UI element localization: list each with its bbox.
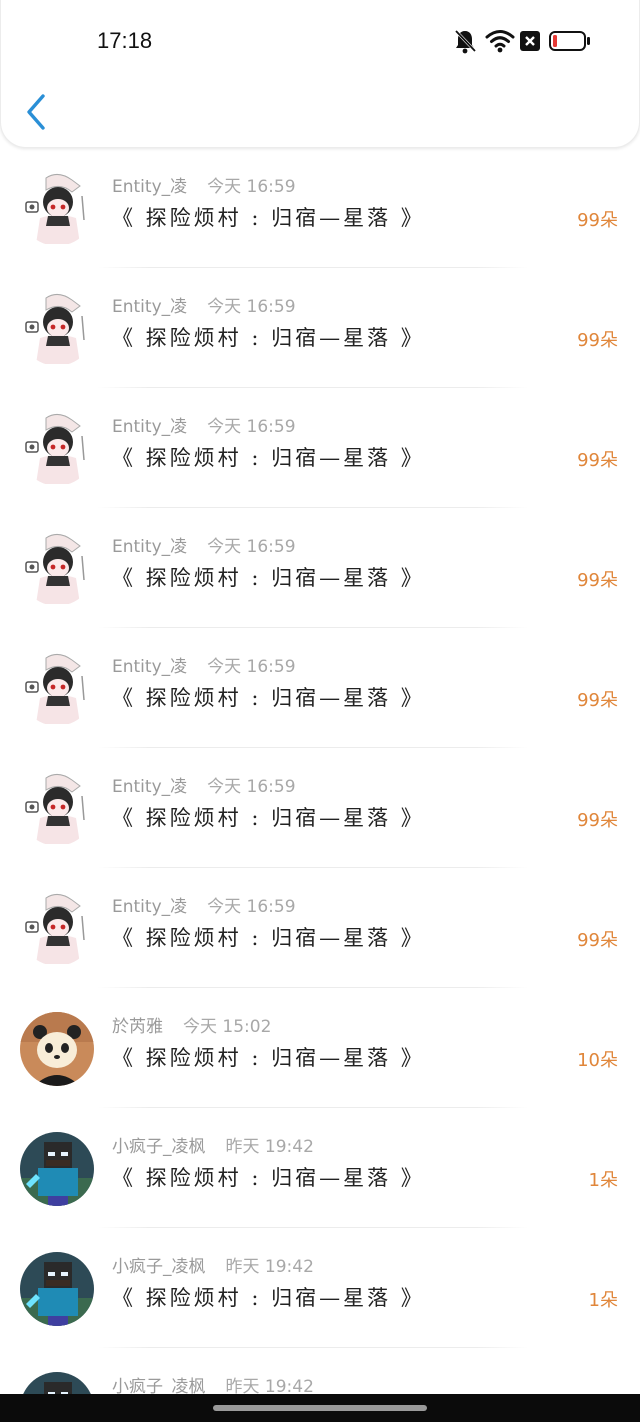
home-indicator[interactable] <box>213 1405 427 1411</box>
chevron-left-icon <box>27 94 45 130</box>
list-item[interactable]: Entity_凌 今天 16:59 《 探险烦村 : 归宿—星落 》 99朵 <box>0 748 640 868</box>
status-time: 17:18 <box>97 28 153 53</box>
gift-time: 今天 16:59 <box>207 657 296 677</box>
gift-time: 今天 16:59 <box>207 297 296 317</box>
gift-amount: 99朵 <box>577 210 618 231</box>
work-title: 《 探险烦村 : 归宿—星落 》 <box>112 206 425 230</box>
gift-amount: 99朵 <box>577 810 618 831</box>
gift-time: 今天 16:59 <box>207 177 296 197</box>
sender-line: Entity_凌 今天 16:59 <box>112 652 296 677</box>
gift-amount: 99朵 <box>577 570 618 591</box>
sender-name: Entity_凌 <box>112 777 188 797</box>
sender-name: Entity_凌 <box>112 297 188 317</box>
anime-avatar <box>20 172 94 246</box>
sender-line: Entity_凌 今天 16:59 <box>112 532 296 557</box>
work-title: 《 探险烦村 : 归宿—星落 》 <box>112 566 425 590</box>
sim-none-icon <box>519 30 541 56</box>
sender-name: Entity_凌 <box>112 897 188 917</box>
list-item[interactable]: Entity_凌 今天 16:59 《 探险烦村 : 归宿—星落 》 99朵 <box>0 388 640 508</box>
gift-time: 昨天 19:42 <box>225 1257 314 1277</box>
sender-line: 小疯子_凌枫 昨天 19:42 <box>112 1132 314 1157</box>
list-item[interactable]: 小疯子_凌枫 昨天 19:42 《 探险烦村 : 归宿—星落 》 1朵 <box>0 1108 640 1228</box>
gift-amount: 99朵 <box>577 930 618 951</box>
anime-avatar <box>20 772 94 846</box>
system-nav-bar <box>0 1394 640 1422</box>
gift-time: 昨天 19:42 <box>225 1137 314 1157</box>
list-item[interactable]: Entity_凌 今天 16:59 《 探险烦村 : 归宿—星落 》 99朵 <box>0 628 640 748</box>
anime-avatar <box>20 412 94 486</box>
gift-amount: 99朵 <box>577 330 618 351</box>
work-title: 《 探险烦村 : 归宿—星落 》 <box>112 446 425 470</box>
gift-list[interactable]: Entity_凌 今天 16:59 《 探险烦村 : 归宿—星落 》 99朵 En… <box>0 148 640 1394</box>
gift-amount: 99朵 <box>577 450 618 471</box>
sender-line: Entity_凌 今天 16:59 <box>112 172 296 197</box>
sender-name: 小疯子_凌枫 <box>112 1257 206 1277</box>
minecraft-avatar <box>20 1372 94 1394</box>
gift-amount: 99朵 <box>577 690 618 711</box>
gift-time: 今天 15:02 <box>183 1017 272 1037</box>
sender-name: 小疯子_凌枫 <box>112 1137 206 1157</box>
list-item[interactable]: 小疯子_凌枫 昨天 19:42 《 探险烦村 : 归宿—星落 》 1朵 <box>0 1228 640 1348</box>
gift-amount: 1朵 <box>588 1290 618 1311</box>
list-item[interactable]: Entity_凌 今天 16:59 《 探险烦村 : 归宿—星落 》 99朵 <box>0 868 640 988</box>
sender-line: Entity_凌 今天 16:59 <box>112 772 296 797</box>
list-item[interactable]: Entity_凌 今天 16:59 《 探险烦村 : 归宿—星落 》 99朵 <box>0 268 640 388</box>
list-item[interactable]: Entity_凌 今天 16:59 《 探险烦村 : 归宿—星落 》 99朵 <box>0 508 640 628</box>
sender-name: 於芮雅 <box>112 1017 163 1037</box>
sender-line: 小疯子_凌枫 昨天 19:42 <box>112 1372 314 1394</box>
work-title: 《 探险烦村 : 归宿—星落 》 <box>112 686 425 710</box>
sender-name: Entity_凌 <box>112 537 188 557</box>
list-item[interactable]: Entity_凌 今天 16:59 《 探险烦村 : 归宿—星落 》 99朵 <box>0 148 640 268</box>
sender-line: 小疯子_凌枫 昨天 19:42 <box>112 1252 314 1277</box>
gift-time: 今天 16:59 <box>207 777 296 797</box>
sender-line: Entity_凌 今天 16:59 <box>112 292 296 317</box>
work-title: 《 探险烦村 : 归宿—星落 》 <box>112 1166 425 1190</box>
battery-low-icon <box>549 30 591 56</box>
minecraft-avatar <box>20 1132 94 1206</box>
anime-avatar <box>20 892 94 966</box>
wifi-icon <box>485 26 515 60</box>
work-title: 《 探险烦村 : 归宿—星落 》 <box>112 326 425 350</box>
gift-time: 今天 16:59 <box>207 537 296 557</box>
minecraft-avatar <box>20 1252 94 1326</box>
anime-avatar <box>20 532 94 606</box>
gift-time: 今天 16:59 <box>207 897 296 917</box>
panda-avatar <box>20 1012 94 1086</box>
back-button[interactable] <box>19 92 55 132</box>
gift-time: 今天 16:59 <box>207 417 296 437</box>
list-item[interactable]: 於芮雅 今天 15:02 《 探险烦村 : 归宿—星落 》 10朵 <box>0 988 640 1108</box>
top-bar: 17:18 <box>0 0 640 148</box>
gift-amount: 1朵 <box>588 1170 618 1191</box>
list-item[interactable]: 小疯子_凌枫 昨天 19:42 <box>0 1348 640 1394</box>
sender-line: Entity_凌 今天 16:59 <box>112 412 296 437</box>
anime-avatar <box>20 652 94 726</box>
work-title: 《 探险烦村 : 归宿—星落 》 <box>112 1286 425 1310</box>
sender-line: Entity_凌 今天 16:59 <box>112 892 296 917</box>
gift-amount: 10朵 <box>577 1050 618 1071</box>
sender-name: Entity_凌 <box>112 657 188 677</box>
work-title: 《 探险烦村 : 归宿—星落 》 <box>112 806 425 830</box>
work-title: 《 探险烦村 : 归宿—星落 》 <box>112 1046 425 1070</box>
bell-muted-icon <box>453 26 477 60</box>
sender-name: Entity_凌 <box>112 417 188 437</box>
gift-time: 昨天 19:42 <box>225 1377 314 1394</box>
sender-name: 小疯子_凌枫 <box>112 1377 206 1394</box>
work-title: 《 探险烦村 : 归宿—星落 》 <box>112 926 425 950</box>
sender-name: Entity_凌 <box>112 177 188 197</box>
sender-line: 於芮雅 今天 15:02 <box>112 1012 271 1037</box>
anime-avatar <box>20 292 94 366</box>
